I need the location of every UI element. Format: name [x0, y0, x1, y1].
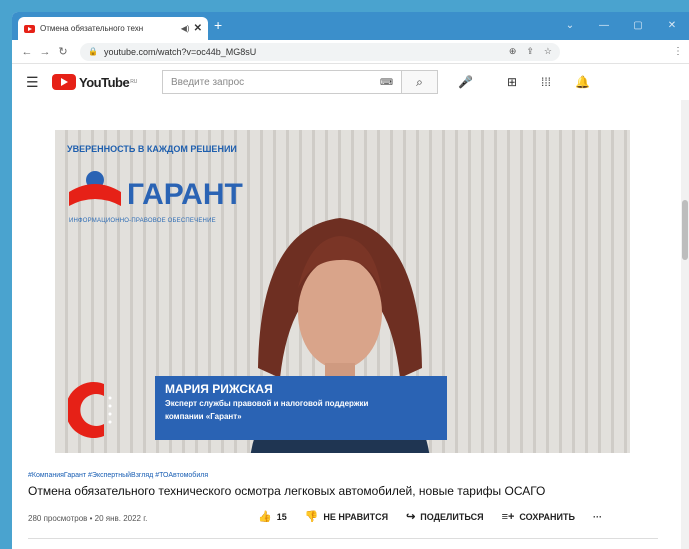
- lock-icon[interactable]: 🔒: [88, 47, 98, 56]
- notifications-bell-icon[interactable]: 🔔: [575, 75, 590, 89]
- brand-tagline: УВЕРЕННОСТЬ В КАЖДОМ РЕШЕНИИ: [67, 144, 237, 154]
- browser-window: Отмена обязательного техн ◀) ✕ + ⌄ — ▢ ✕…: [12, 12, 689, 549]
- scrollbar-thumb[interactable]: [682, 200, 688, 260]
- youtube-logo-text: YouTube: [79, 74, 130, 90]
- speaker-name: МАРИЯ РИЖСКАЯ: [165, 382, 273, 396]
- video-actions: 👍 15 👎 НЕ НРАВИТСЯ ↪ ПОДЕЛИТЬСЯ ≡+ СОХРАНИТЬ…: [258, 510, 602, 524]
- share-arrow-icon: ↪: [406, 511, 416, 523]
- new-tab-button[interactable]: +: [214, 17, 222, 33]
- speaker-caption: МАРИЯ РИЖСКАЯ Эксперт службы правовой и …: [155, 376, 447, 440]
- thumbs-up-icon: 👍: [258, 511, 272, 523]
- apps-grid-icon[interactable]: ⁞⁞⁞: [541, 75, 551, 89]
- video-hashtags[interactable]: #КомпанияГарант #ЭкспертныйВзгляд #ТОАвт…: [28, 472, 208, 479]
- maximize-button[interactable]: ▢: [621, 12, 655, 40]
- save-label: СОХРАНИТЬ: [519, 511, 575, 522]
- back-icon[interactable]: ←: [18, 46, 36, 58]
- garant-c-mark: [68, 382, 112, 438]
- brand-subtitle: ИНФОРМАЦИОННО-ПРАВОВОЕ ОБЕСПЕЧЕНИЕ: [69, 218, 216, 224]
- views-and-date: 280 просмотров • 20 янв. 2022 г.: [28, 514, 148, 523]
- hamburger-menu-icon[interactable]: ☰: [26, 74, 52, 91]
- tab-search-button[interactable]: ⌄: [553, 12, 587, 40]
- divider: [28, 538, 658, 539]
- share-label: ПОДЕЛИТЬСЯ: [420, 511, 484, 522]
- share-page-icon[interactable]: ⇪: [526, 46, 534, 57]
- region-code: RU: [130, 79, 138, 85]
- tab-close-button[interactable]: ✕: [194, 23, 202, 34]
- window-controls: ⌄ — ▢ ✕: [553, 12, 689, 40]
- video-player[interactable]: УВЕРЕННОСТЬ В КАЖДОМ РЕШЕНИИ ГАРАНТ ИНФО…: [55, 130, 630, 453]
- youtube-header: ☰ YouTube RU Введите запрос ⌨ ⌕ 🎤 ⊞ ⁞⁞⁞ …: [12, 64, 689, 100]
- search-input[interactable]: Введите запрос ⌨: [162, 70, 402, 94]
- speaker-role-line-2: компании «Гарант»: [165, 412, 242, 421]
- save-button[interactable]: ≡+ СОХРАНИТЬ: [502, 511, 575, 523]
- thumbs-down-icon: 👎: [304, 511, 319, 523]
- header-actions: ⊞ ⁞⁞⁞ 🔔: [507, 75, 590, 89]
- like-button[interactable]: 👍 15: [258, 510, 287, 523]
- page-scrollbar[interactable]: [681, 100, 689, 549]
- url-text[interactable]: youtube.com/watch?v=oc44b_MG8sU: [104, 47, 499, 57]
- speaker-role-line-1: Эксперт службы правовой и налоговой подд…: [165, 399, 369, 408]
- forward-icon[interactable]: →: [36, 46, 54, 58]
- dislike-label: НЕ НРАВИТСЯ: [323, 511, 389, 522]
- browser-menu-icon[interactable]: ⋮: [673, 46, 683, 57]
- search-button[interactable]: ⌕: [402, 70, 438, 94]
- close-window-button[interactable]: ✕: [655, 12, 689, 40]
- address-bar-row: ← → ↻ 🔒 youtube.com/watch?v=oc44b_MG8sU …: [12, 40, 689, 64]
- reload-icon[interactable]: ↻: [54, 45, 72, 58]
- search-placeholder: Введите запрос: [171, 76, 245, 88]
- watch-page: УВЕРЕННОСТЬ В КАЖДОМ РЕШЕНИИ ГАРАНТ ИНФО…: [12, 100, 689, 549]
- tab-bar: Отмена обязательного техн ◀) ✕ + ⌄ — ▢ ✕: [12, 12, 689, 40]
- playlist-add-icon: ≡+: [501, 510, 515, 523]
- speaker-icon[interactable]: ◀): [181, 24, 190, 33]
- youtube-favicon-icon: [24, 24, 35, 33]
- url-field[interactable]: 🔒 youtube.com/watch?v=oc44b_MG8sU ⊕ ⇪ ☆: [80, 42, 560, 61]
- browser-tab[interactable]: Отмена обязательного техн ◀) ✕: [18, 17, 208, 40]
- video-title: Отмена обязательного технического осмотр…: [28, 484, 546, 498]
- garant-logo-text: ГАРАНТ: [127, 178, 243, 211]
- create-video-icon[interactable]: ⊞: [507, 75, 517, 89]
- dislike-button[interactable]: 👎 НЕ НРАВИТСЯ: [305, 510, 388, 523]
- bookmark-star-icon[interactable]: ☆: [544, 46, 552, 57]
- search-icon: ⌕: [416, 75, 423, 89]
- minimize-button[interactable]: —: [587, 12, 621, 40]
- youtube-play-icon: [52, 74, 76, 90]
- microphone-icon[interactable]: 🎤: [458, 75, 473, 89]
- tab-title: Отмена обязательного техн: [40, 24, 144, 33]
- youtube-logo[interactable]: YouTube RU: [52, 74, 162, 90]
- more-actions-button[interactable]: ···: [593, 512, 602, 522]
- garant-logo: ГАРАНТ: [69, 171, 243, 211]
- keyboard-icon[interactable]: ⌨: [380, 77, 393, 88]
- share-button[interactable]: ↪ ПОДЕЛИТЬСЯ: [406, 510, 483, 523]
- install-icon[interactable]: ⊕: [509, 46, 517, 57]
- like-count: 15: [276, 511, 287, 522]
